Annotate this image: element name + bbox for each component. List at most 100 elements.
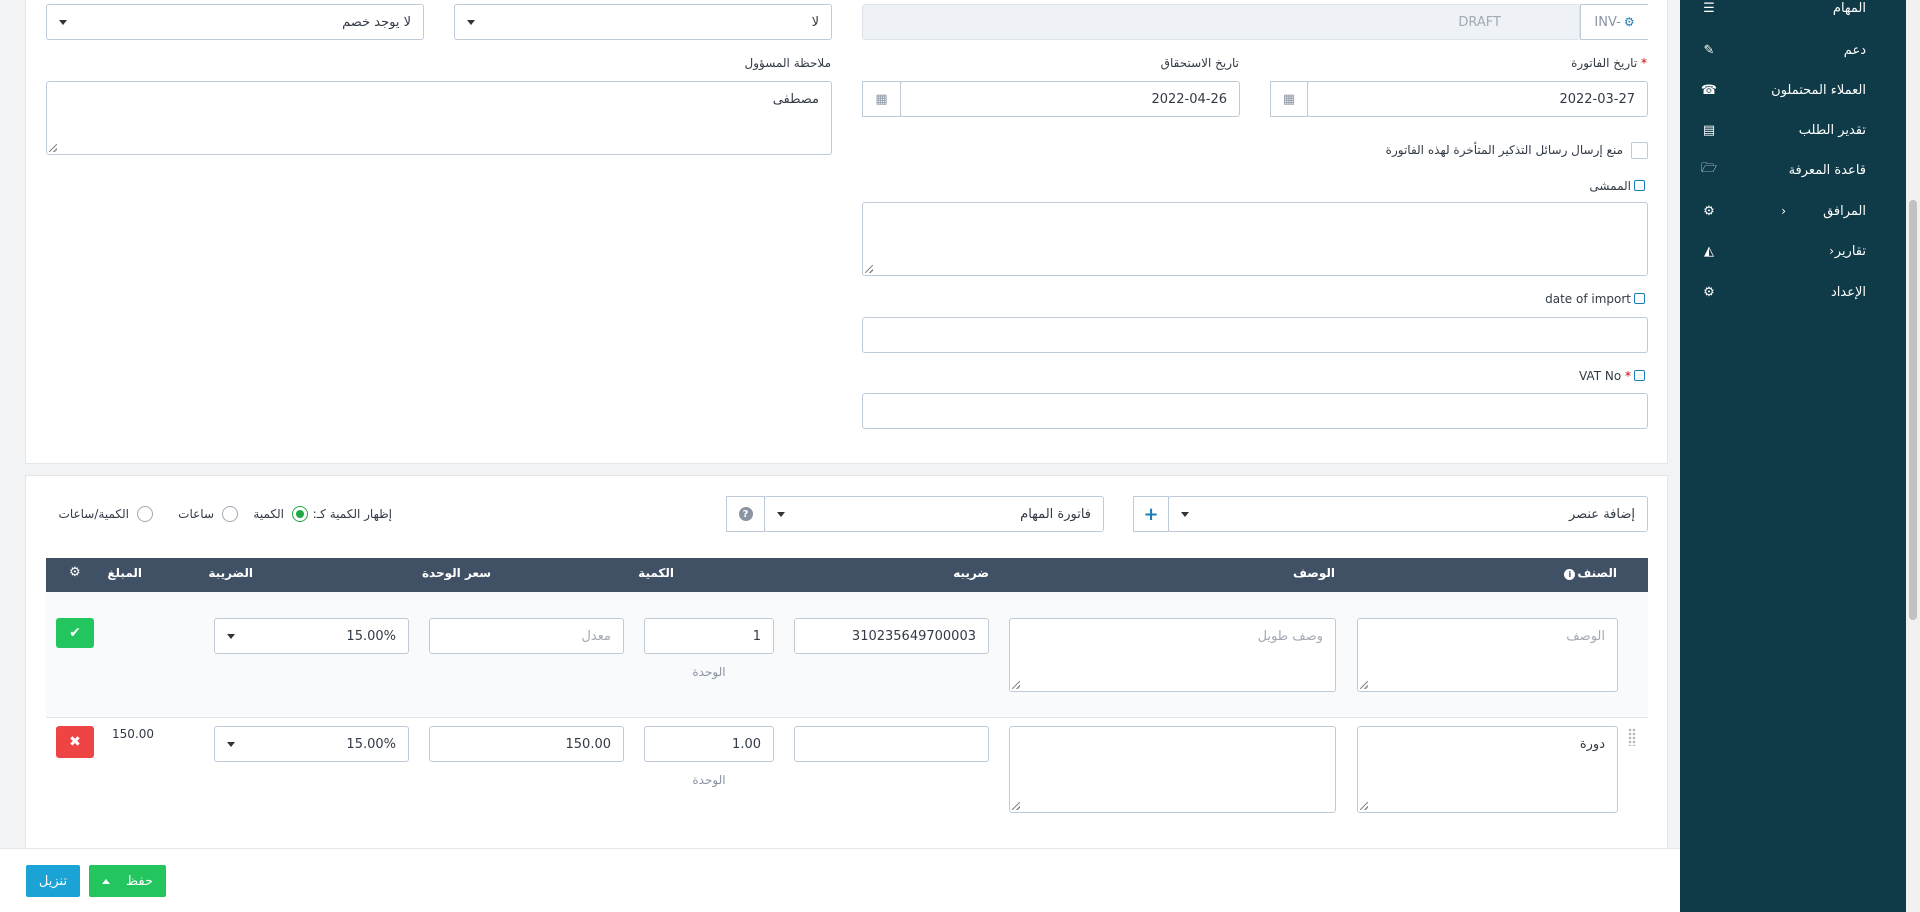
invoice-date-input[interactable]: 2022-03-27 xyxy=(1307,81,1648,117)
edit-icon[interactable] xyxy=(1634,180,1645,191)
invoice-prefix: INV- xyxy=(1594,14,1621,30)
reminder-checkbox[interactable] xyxy=(1631,142,1648,159)
new-item-long-description[interactable]: وصف طويل xyxy=(1009,618,1336,692)
date-import-label: date of import xyxy=(1545,292,1645,306)
new-item-tax-value: 15.00% xyxy=(346,628,396,644)
remove-row-button[interactable]: ✖ xyxy=(56,726,94,758)
sidebar-item[interactable]: تقدير الطلب ▤ xyxy=(1680,110,1906,150)
new-item-unit-label[interactable]: الوحدة xyxy=(644,665,774,679)
new-item-qty-value: 1 xyxy=(752,628,761,644)
admin-note-value: مصطفى xyxy=(772,92,819,107)
resize-handle[interactable] xyxy=(1012,681,1020,689)
radio-qty-hours-label: الكمية/ساعات xyxy=(58,507,129,521)
sidebar-item[interactable]: الإعداد ⚙ xyxy=(1680,272,1906,312)
new-item-tax-code-value: 310235649700003 xyxy=(851,628,976,644)
row1-tax-code[interactable] xyxy=(794,726,989,762)
new-item-rate[interactable]: معدل xyxy=(429,618,624,654)
admin-note-textarea[interactable]: مصطفى xyxy=(46,81,832,155)
new-item-tax-code[interactable]: 310235649700003 xyxy=(794,618,989,654)
tasks-invoice-value: فاتورة المهام xyxy=(1020,506,1091,522)
folder-open-icon: 🗁 xyxy=(1700,161,1718,176)
resize-handle[interactable] xyxy=(865,265,873,273)
items-table-header xyxy=(46,558,1648,592)
add-row-button[interactable]: ✔ xyxy=(56,618,94,648)
chevron-down-icon xyxy=(59,19,67,25)
chevron-down-icon xyxy=(227,741,235,747)
info-icon: i xyxy=(1564,569,1576,580)
check-icon: ✔ xyxy=(69,625,81,641)
resize-handle[interactable] xyxy=(1360,681,1368,689)
radio-hours[interactable] xyxy=(222,506,238,522)
invoice-date-label: * تاريخ الفاتورة xyxy=(1571,56,1647,70)
yes-no-select[interactable]: لا xyxy=(454,4,832,40)
chevron-left-icon: ‹ xyxy=(1781,204,1786,218)
radio-qty-hours[interactable] xyxy=(137,506,153,522)
resize-handle[interactable] xyxy=(49,144,57,152)
new-item-rate-placeholder: معدل xyxy=(581,628,611,644)
add-item-button[interactable]: + xyxy=(1133,496,1169,532)
help-button[interactable]: ? xyxy=(726,496,765,532)
gear-icon[interactable]: ⚙ xyxy=(1624,15,1635,29)
edit-icon[interactable] xyxy=(1634,370,1645,381)
date-import-input[interactable] xyxy=(862,317,1648,353)
sidebar-item[interactable]: تقارير ◭ ‹ xyxy=(1680,231,1906,271)
resize-handle[interactable] xyxy=(1012,802,1020,810)
vat-input[interactable] xyxy=(862,393,1648,429)
ticket-icon: ✎ xyxy=(1703,42,1715,58)
row1-long-description[interactable] xyxy=(1009,726,1336,813)
col-qty: الكمية xyxy=(638,566,674,580)
sidebar-item[interactable]: قاعدة المعرفة 🗁 xyxy=(1680,150,1906,190)
download-button[interactable]: تنزيل xyxy=(26,865,80,897)
due-date-value: 2022-04-26 xyxy=(1151,91,1227,107)
new-item-qty[interactable]: 1 xyxy=(644,618,774,654)
chevron-down-icon xyxy=(467,19,475,25)
new-item-tax-select[interactable]: 15.00% xyxy=(214,618,409,654)
representative-textarea[interactable] xyxy=(862,202,1648,276)
new-item-description-placeholder: الوصف xyxy=(1566,629,1605,644)
page-scrollbar[interactable] xyxy=(1906,0,1920,912)
tasks-invoice-select[interactable]: فاتورة المهام xyxy=(764,496,1104,532)
sidebar-item-label: المهام xyxy=(1832,0,1866,16)
row1-unit-label[interactable]: الوحدة xyxy=(644,773,774,787)
save-button-label: حفظ xyxy=(126,873,153,889)
calendar-icon[interactable]: ▦ xyxy=(1270,81,1308,117)
save-button[interactable]: حفظ xyxy=(89,865,166,897)
discount-type-value: لا يوجد خصم xyxy=(342,14,411,30)
add-item-select[interactable]: إضافة عنصر xyxy=(1168,496,1648,532)
calendar-icon[interactable]: ▦ xyxy=(862,81,901,117)
chevron-left-icon: ‹ xyxy=(1829,244,1834,258)
edit-icon[interactable] xyxy=(1634,293,1645,304)
sidebar-item[interactable]: المهام ☰ xyxy=(1680,0,1906,28)
sidebar-item-label: تقدير الطلب xyxy=(1798,122,1866,138)
row1-rate[interactable]: 150.00 xyxy=(429,726,624,762)
sidebar-item-label: تقارير xyxy=(1834,243,1866,259)
row1-description[interactable]: دورة xyxy=(1357,726,1618,813)
sidebar-item[interactable]: العملاء المحتملون ☎ xyxy=(1680,70,1906,110)
chevron-up-icon[interactable] xyxy=(102,878,111,884)
row1-tax-select[interactable]: 15.00% xyxy=(214,726,409,762)
radio-qty[interactable] xyxy=(292,506,308,522)
sidebar-item-label: الإعداد xyxy=(1830,284,1866,300)
invoice-number-input[interactable]: DRAFT xyxy=(862,4,1580,40)
row1-description-value: دورة xyxy=(1579,737,1605,752)
invoice-date-value: 2022-03-27 xyxy=(1559,91,1635,107)
due-date-input[interactable]: 2022-04-26 xyxy=(900,81,1240,117)
yes-no-value: لا xyxy=(811,14,819,30)
scrollbar-thumb[interactable] xyxy=(1909,200,1917,620)
sidebar-item[interactable]: المرافق ⚙ ‹ xyxy=(1680,191,1906,231)
gear-icon[interactable]: ⚙ xyxy=(69,565,81,580)
row1-qty[interactable]: 1.00 xyxy=(644,726,774,762)
invoice-prefix-addon: INV- ⚙ xyxy=(1580,4,1648,40)
drag-handle-icon[interactable] xyxy=(1628,728,1636,746)
discount-type-select[interactable]: لا يوجد خصم xyxy=(46,4,424,40)
resize-handle[interactable] xyxy=(1360,802,1368,810)
col-unit-price: سعر الوحدة xyxy=(421,566,491,580)
question-icon: ? xyxy=(738,507,753,521)
admin-note-label: ملاحظة المسؤول xyxy=(744,56,831,70)
col-amount: المبلغ xyxy=(107,566,142,580)
list-icon: ▤ xyxy=(1702,122,1716,138)
sidebar-item-label: قاعدة المعرفة xyxy=(1788,162,1866,178)
sidebar-item[interactable]: دعم ✎ xyxy=(1680,30,1906,70)
new-item-description[interactable]: الوصف xyxy=(1357,618,1618,692)
reminder-checkbox-label: منع إرسال رسائل التذكير المتأخرة لهذه ال… xyxy=(1385,143,1623,157)
